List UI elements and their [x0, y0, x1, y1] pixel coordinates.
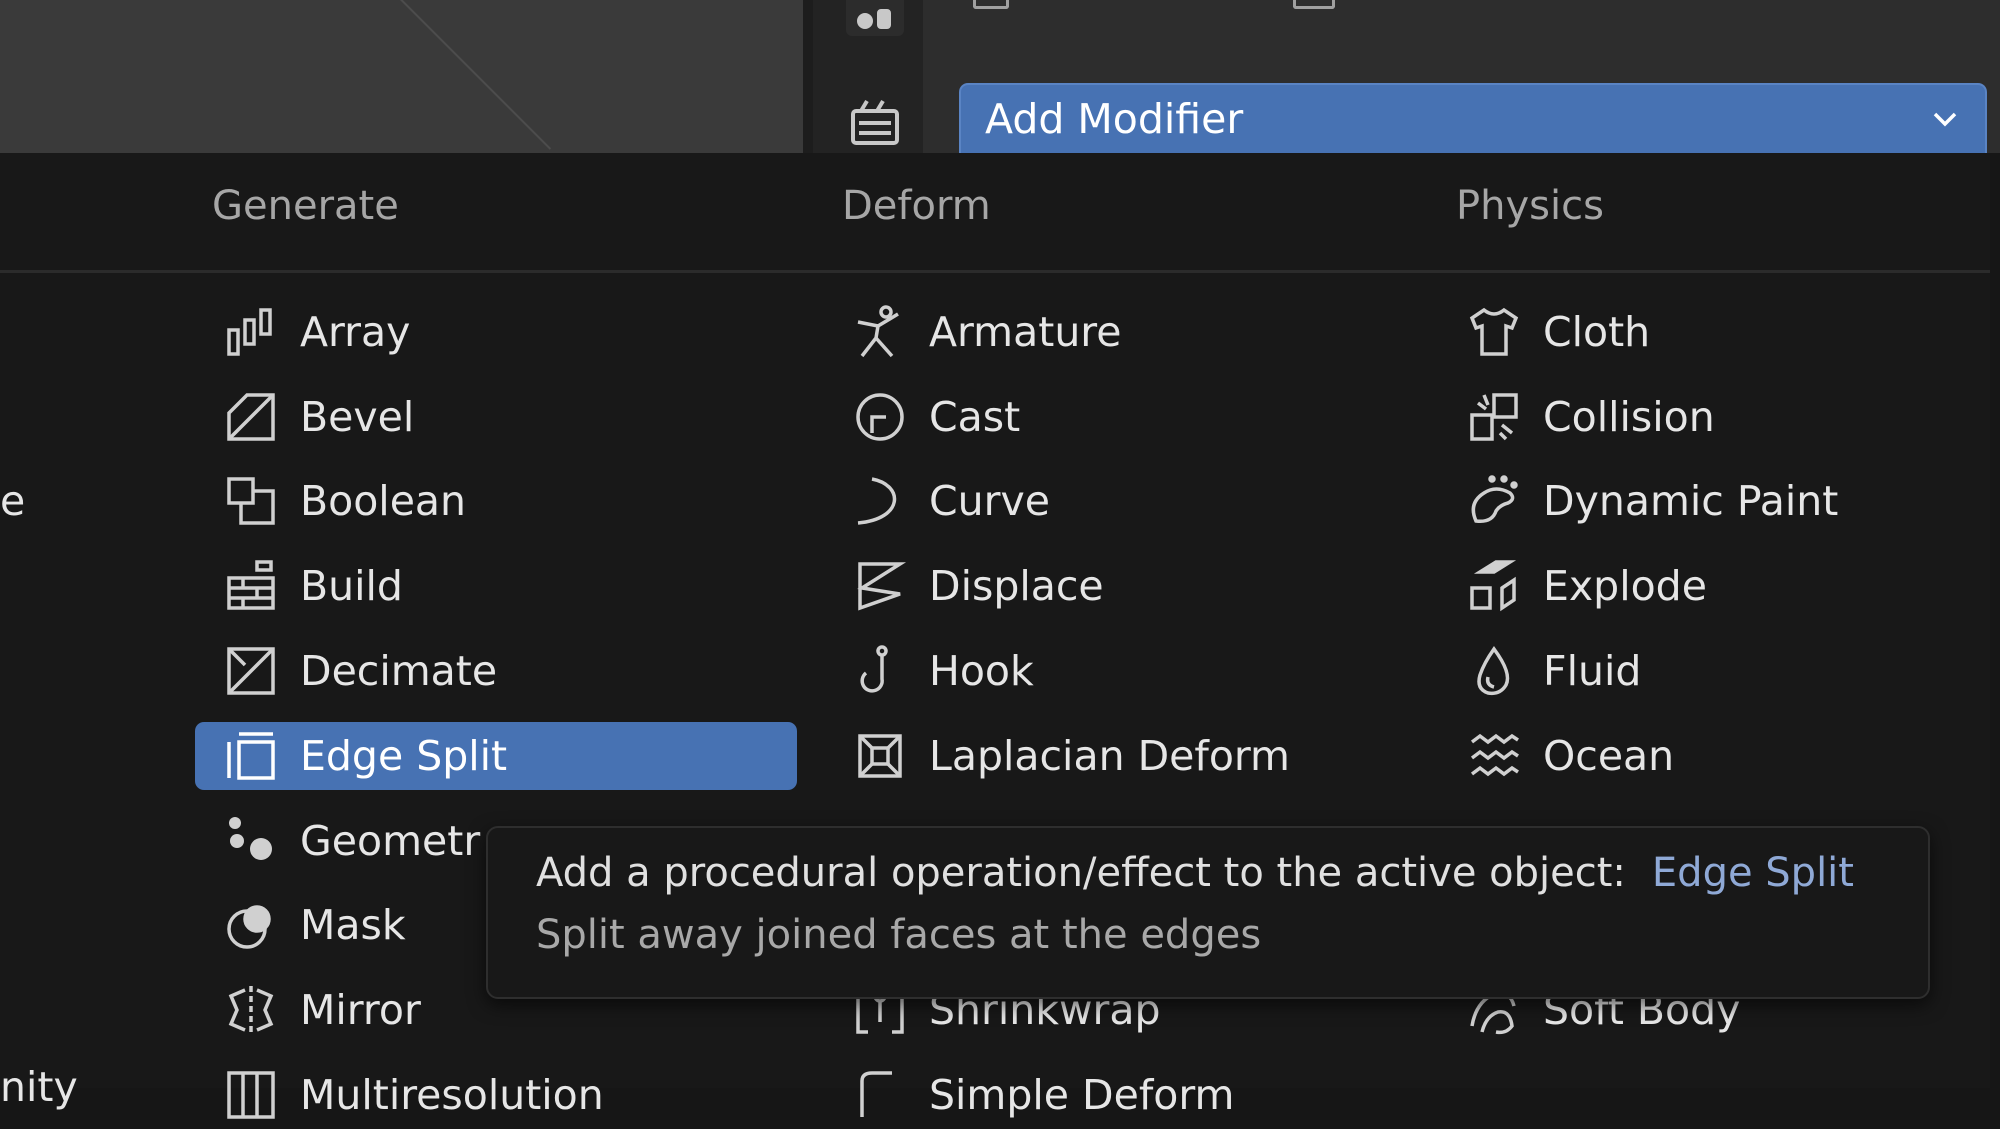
armature-icon: [849, 301, 911, 363]
cut-off-menu-item: nity: [0, 1063, 78, 1111]
menu-item-ocean[interactable]: Ocean: [1463, 722, 1674, 790]
mask-icon: [220, 894, 282, 956]
tooltip-detail: Split away joined faces at the edges: [536, 912, 1262, 958]
menu-item-decimate[interactable]: Decimate: [220, 637, 497, 705]
menu-item-dynamic-paint[interactable]: Dynamic Paint: [1463, 467, 1838, 535]
fluid-icon: [1463, 640, 1525, 702]
column-heading-generate: Generate: [212, 183, 399, 229]
menu-item-edge-split[interactable]: Edge Split: [195, 722, 797, 790]
menu-item-hook[interactable]: Hook: [849, 637, 1034, 705]
3d-viewport[interactable]: [0, 0, 803, 153]
render-tab-icon[interactable]: [846, 94, 904, 152]
menu-item-explode[interactable]: Explode: [1463, 552, 1707, 620]
menu-item-build[interactable]: Build: [220, 552, 403, 620]
menu-item-multiresolution[interactable]: Multiresolution: [220, 1061, 604, 1129]
tool-tab-icon[interactable]: [846, 0, 904, 36]
menu-item-laplacian-deform[interactable]: Laplacian Deform: [849, 722, 1290, 790]
simple-deform-icon: [849, 1064, 911, 1126]
properties-editor: Add Modifier: [923, 0, 2000, 153]
collision-icon: [1463, 386, 1525, 448]
array-icon: [220, 301, 282, 363]
menu-item-boolean[interactable]: Boolean: [220, 467, 466, 535]
ocean-icon: [1463, 725, 1525, 787]
modifier-tooltip: Add a procedural operation/effect to the…: [486, 826, 1930, 999]
cut-off-menu-item: e: [0, 477, 26, 525]
menu-item-cloth[interactable]: Cloth: [1463, 298, 1650, 366]
add-modifier-label: Add Modifier: [985, 95, 1244, 143]
menu-item-curve[interactable]: Curve: [849, 467, 1050, 535]
edge-split-icon: [220, 725, 282, 787]
area-divider[interactable]: [803, 0, 813, 153]
menu-item-mask[interactable]: Mask: [220, 891, 406, 959]
add-modifier-button[interactable]: Add Modifier: [959, 83, 1987, 153]
hook-icon: [849, 640, 911, 702]
menu-item-geometry-nodes[interactable]: Geometr: [220, 807, 480, 875]
tooltip-description-line: Add a procedural operation/effect to the…: [536, 850, 1928, 904]
build-icon: [220, 555, 282, 617]
menu-item-fluid[interactable]: Fluid: [1463, 637, 1641, 705]
cast-icon: [849, 386, 911, 448]
menu-item-bevel[interactable]: Bevel: [220, 383, 414, 451]
tooltip-description: Add a procedural operation/effect to the…: [536, 850, 1626, 896]
menu-header-separator: [0, 270, 1990, 273]
modifier-panel-icon: [973, 0, 1009, 9]
modifier-panel-icon: [1293, 0, 1335, 9]
boolean-icon: [220, 470, 282, 532]
bevel-icon: [220, 386, 282, 448]
column-heading-physics: Physics: [1456, 183, 1604, 229]
cloth-icon: [1463, 301, 1525, 363]
menu-item-simple-deform[interactable]: Simple Deform: [849, 1061, 1234, 1129]
explode-icon: [1463, 555, 1525, 617]
geometry-nodes-icon: [220, 810, 282, 872]
chevron-down-icon: [1933, 112, 1957, 127]
displace-icon: [849, 555, 911, 617]
menu-item-collision[interactable]: Collision: [1463, 383, 1715, 451]
curve-icon: [849, 470, 911, 532]
menu-item-cast[interactable]: Cast: [849, 383, 1020, 451]
menu-item-mirror[interactable]: Mirror: [220, 976, 421, 1044]
properties-tab-column: [813, 0, 923, 153]
dynamic-paint-icon: [1463, 470, 1525, 532]
mirror-icon: [220, 979, 282, 1041]
laplacian-deform-icon: [849, 725, 911, 787]
decimate-icon: [220, 640, 282, 702]
viewport-grid-line: [380, 0, 552, 150]
menu-item-displace[interactable]: Displace: [849, 552, 1104, 620]
multiresolution-icon: [220, 1064, 282, 1126]
menu-item-armature[interactable]: Armature: [849, 298, 1122, 366]
menu-item-array[interactable]: Array: [220, 298, 410, 366]
column-heading-deform: Deform: [842, 183, 991, 229]
tooltip-highlight: Edge Split: [1651, 850, 1854, 896]
